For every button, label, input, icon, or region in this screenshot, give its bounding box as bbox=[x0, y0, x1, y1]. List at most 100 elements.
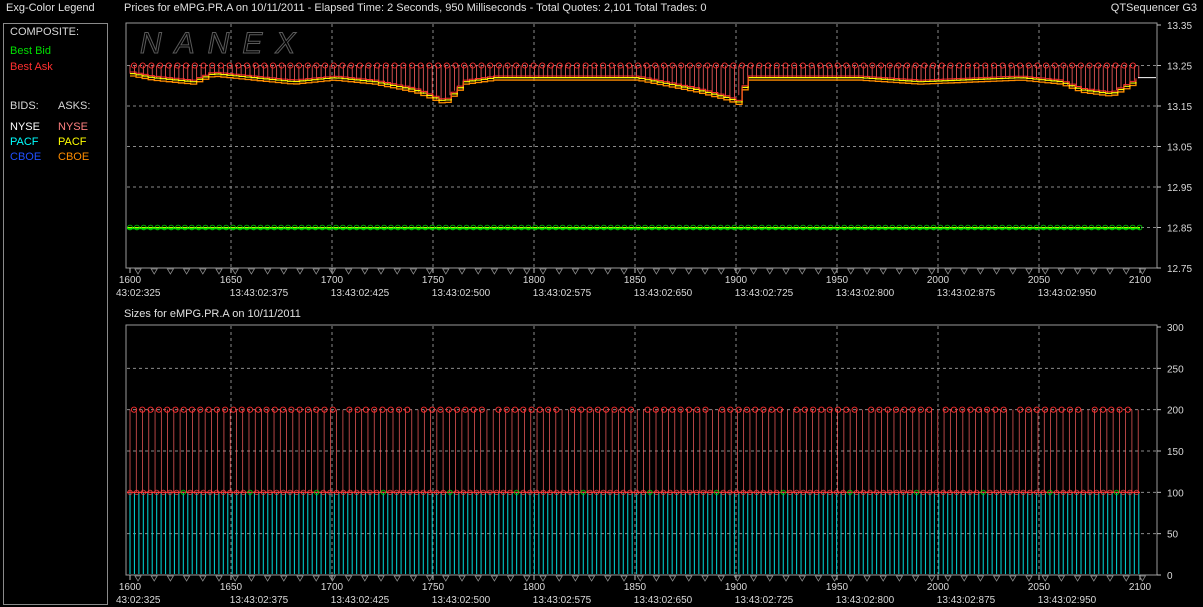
size-ytick-label: 200 bbox=[1167, 406, 1184, 417]
size-tick-marker bbox=[636, 575, 644, 582]
size-tick-marker bbox=[733, 575, 742, 582]
size-tick-marker bbox=[490, 575, 499, 582]
watermark: NANEX bbox=[140, 27, 308, 60]
size-tick-marker bbox=[798, 575, 806, 582]
price-tick-marker bbox=[490, 268, 499, 275]
size-tick-marker bbox=[1122, 575, 1130, 582]
size-tick-marker bbox=[280, 575, 288, 582]
size-tick-marker bbox=[1041, 575, 1049, 582]
size-ytick-label: 0 bbox=[1167, 571, 1173, 582]
size-tick-marker bbox=[263, 575, 272, 582]
price-ytick-label: 12.75 bbox=[1167, 264, 1192, 275]
size-ytick-label: 300 bbox=[1167, 323, 1184, 334]
size-tick-marker bbox=[555, 575, 563, 582]
price-time-label: 13:43:02:800 bbox=[836, 288, 895, 299]
price-time-label: 13:43:02:950 bbox=[1038, 288, 1097, 299]
size-tick-marker bbox=[215, 575, 223, 582]
price-tick-marker bbox=[571, 268, 580, 275]
size-tick-marker bbox=[199, 575, 207, 582]
size-tick-marker bbox=[701, 575, 709, 582]
price-time-label: 13:43:02:725 bbox=[735, 288, 794, 299]
price-xtick-label: 1750 bbox=[422, 275, 445, 286]
size-time-label: 13:43:02:800 bbox=[836, 595, 895, 606]
size-tick-marker bbox=[296, 575, 304, 582]
price-tick-marker bbox=[766, 268, 774, 275]
price-xtick-label: 1950 bbox=[826, 275, 849, 286]
price-xtick-label: 1900 bbox=[725, 275, 748, 286]
size-tick-marker bbox=[393, 575, 401, 582]
size-time-label: 13:43:02:425 bbox=[331, 595, 390, 606]
size-tick-marker bbox=[506, 575, 515, 582]
price-tick-marker bbox=[1057, 268, 1066, 275]
size-tick-marker bbox=[1073, 575, 1082, 582]
size-tick-marker bbox=[766, 575, 774, 582]
price-ytick-label: 13.15 bbox=[1167, 102, 1192, 113]
price-tick-marker bbox=[280, 268, 288, 275]
price-ytick-label: 12.85 bbox=[1167, 224, 1192, 235]
size-xtick-label: 2050 bbox=[1028, 582, 1051, 593]
size-tick-marker bbox=[409, 575, 418, 582]
price-tick-marker bbox=[263, 268, 272, 275]
size-xtick-label: 1750 bbox=[422, 582, 445, 593]
price-tick-marker bbox=[425, 268, 434, 275]
price-tick-marker bbox=[1090, 268, 1098, 275]
price-ytick-label: 13.35 bbox=[1167, 21, 1192, 32]
price-ytick-label: 13.25 bbox=[1167, 62, 1192, 73]
size-tick-marker bbox=[1106, 575, 1114, 582]
price-tick-marker bbox=[1073, 268, 1082, 275]
price-tick-marker bbox=[992, 268, 1001, 275]
size-xtick-label: 1950 bbox=[826, 582, 849, 593]
price-tick-marker bbox=[733, 268, 742, 275]
price-tick-marker bbox=[458, 268, 466, 275]
price-tick-marker bbox=[944, 268, 952, 275]
price-tick-marker bbox=[620, 268, 628, 275]
price-tick-marker bbox=[1122, 268, 1130, 275]
size-time-label: 13:43:02:950 bbox=[1038, 595, 1097, 606]
size-tick-marker bbox=[344, 575, 353, 582]
size-tick-marker bbox=[652, 575, 661, 582]
price-ytick-label: 13.05 bbox=[1167, 143, 1192, 154]
price-time-label: 13:43:02:650 bbox=[634, 288, 693, 299]
size-tick-marker bbox=[814, 575, 823, 582]
size-tick-marker bbox=[749, 575, 758, 582]
price-tick-marker bbox=[928, 268, 936, 275]
price-xtick-label: 1700 bbox=[321, 275, 344, 286]
price-tick-marker bbox=[782, 268, 790, 275]
size-tick-marker bbox=[863, 575, 871, 582]
size-tick-marker bbox=[1057, 575, 1066, 582]
size-xtick-label: 1700 bbox=[321, 582, 344, 593]
price-tick-marker bbox=[604, 268, 612, 275]
price-tick-marker bbox=[668, 268, 677, 275]
price-tick-marker bbox=[409, 268, 418, 275]
price-xtick-label: 1600 bbox=[119, 275, 142, 286]
size-tick-marker bbox=[847, 575, 855, 582]
size-tick-marker bbox=[668, 575, 677, 582]
size-time-label: 13:43:02:650 bbox=[634, 595, 693, 606]
size-tick-marker bbox=[571, 575, 580, 582]
size-tick-marker bbox=[960, 575, 968, 582]
price-tick-marker bbox=[312, 268, 320, 275]
price-tick-marker bbox=[814, 268, 823, 275]
price-time-label: 13:43:02:575 bbox=[533, 288, 592, 299]
price-tick-marker bbox=[296, 268, 304, 275]
price-tick-marker bbox=[442, 268, 450, 275]
size-ytick-label: 50 bbox=[1167, 530, 1179, 541]
size-tick-marker bbox=[231, 575, 239, 582]
price-tick-marker bbox=[506, 268, 515, 275]
size-tick-marker bbox=[928, 575, 936, 582]
price-tick-marker bbox=[798, 268, 806, 275]
size-time-label: 43:02:325 bbox=[116, 595, 161, 606]
price-xtick-label: 2050 bbox=[1028, 275, 1051, 286]
price-tick-marker bbox=[377, 268, 385, 275]
size-tick-marker bbox=[992, 575, 1001, 582]
size-tick-marker bbox=[895, 575, 904, 582]
size-tick-marker bbox=[458, 575, 466, 582]
price-tick-marker bbox=[685, 268, 693, 275]
price-tick-marker bbox=[166, 268, 175, 275]
size-tick-marker bbox=[312, 575, 320, 582]
price-tick-marker bbox=[539, 268, 547, 275]
price-tick-marker bbox=[636, 268, 644, 275]
size-time-label: 13:43:02:875 bbox=[937, 595, 996, 606]
size-tick-marker bbox=[587, 575, 596, 582]
size-tick-marker bbox=[539, 575, 547, 582]
